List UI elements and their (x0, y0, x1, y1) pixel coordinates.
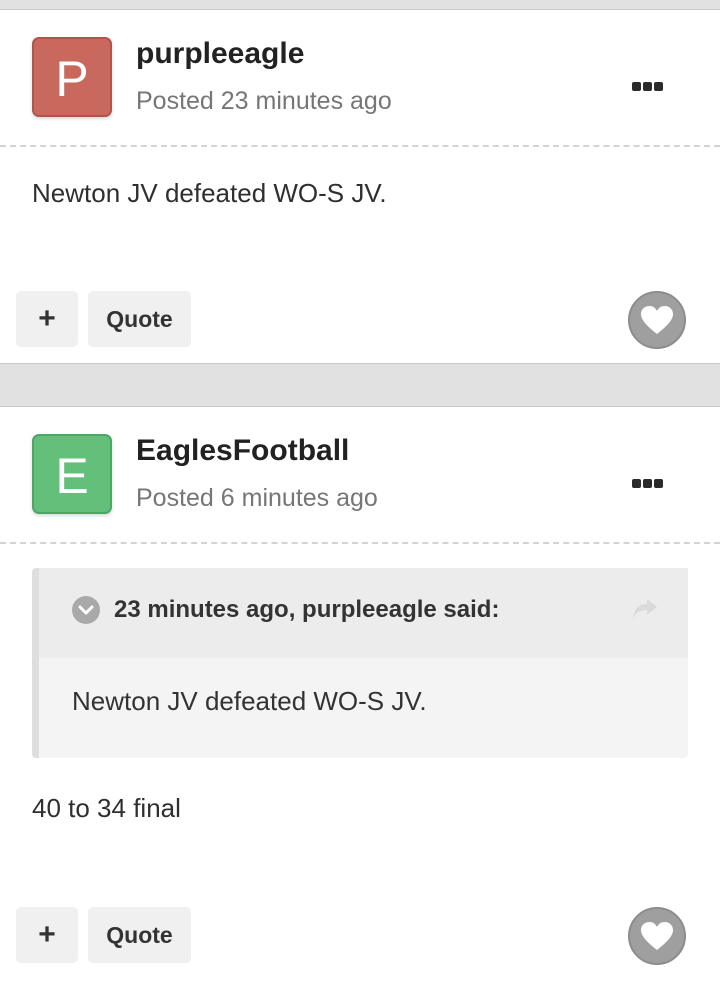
post-header: E EaglesFootball Posted 6 minutes ago (0, 407, 720, 544)
post-timestamp: Posted 6 minutes ago (136, 484, 378, 512)
avatar[interactable]: E (32, 434, 112, 514)
post: P purpleeagle Posted 23 minutes ago Newt… (0, 9, 720, 364)
username[interactable]: purpleeagle (136, 37, 304, 71)
more-dots-icon[interactable] (632, 479, 664, 489)
plus-button[interactable]: + (16, 907, 78, 963)
chevron-down-circle-icon[interactable] (72, 596, 100, 624)
avatar[interactable]: P (32, 37, 112, 117)
quote-block: 23 minutes ago, purpleeagle said: Newton… (32, 568, 688, 758)
post-content: 40 to 34 final (32, 793, 181, 823)
post-timestamp: Posted 23 minutes ago (136, 87, 392, 115)
quote-button[interactable]: Quote (88, 291, 191, 347)
post-actions: + Quote (0, 907, 720, 965)
share-arrow-icon[interactable] (632, 598, 658, 625)
post-actions: + Quote (0, 291, 720, 349)
quote-button[interactable]: Quote (88, 907, 191, 963)
heart-icon[interactable] (628, 907, 686, 965)
username[interactable]: EaglesFootball (136, 434, 349, 468)
quote-citation[interactable]: 23 minutes ago, purpleeagle said: (114, 596, 499, 624)
heart-icon[interactable] (628, 291, 686, 349)
quote-header: 23 minutes ago, purpleeagle said: (39, 568, 688, 658)
plus-button[interactable]: + (16, 291, 78, 347)
more-dots-icon[interactable] (632, 82, 664, 92)
post-header: P purpleeagle Posted 23 minutes ago (0, 10, 720, 147)
post-content: Newton JV defeated WO-S JV. (32, 178, 387, 208)
post: E EaglesFootball Posted 6 minutes ago 23… (0, 406, 720, 1006)
quote-text: Newton JV defeated WO-S JV. (72, 686, 427, 716)
